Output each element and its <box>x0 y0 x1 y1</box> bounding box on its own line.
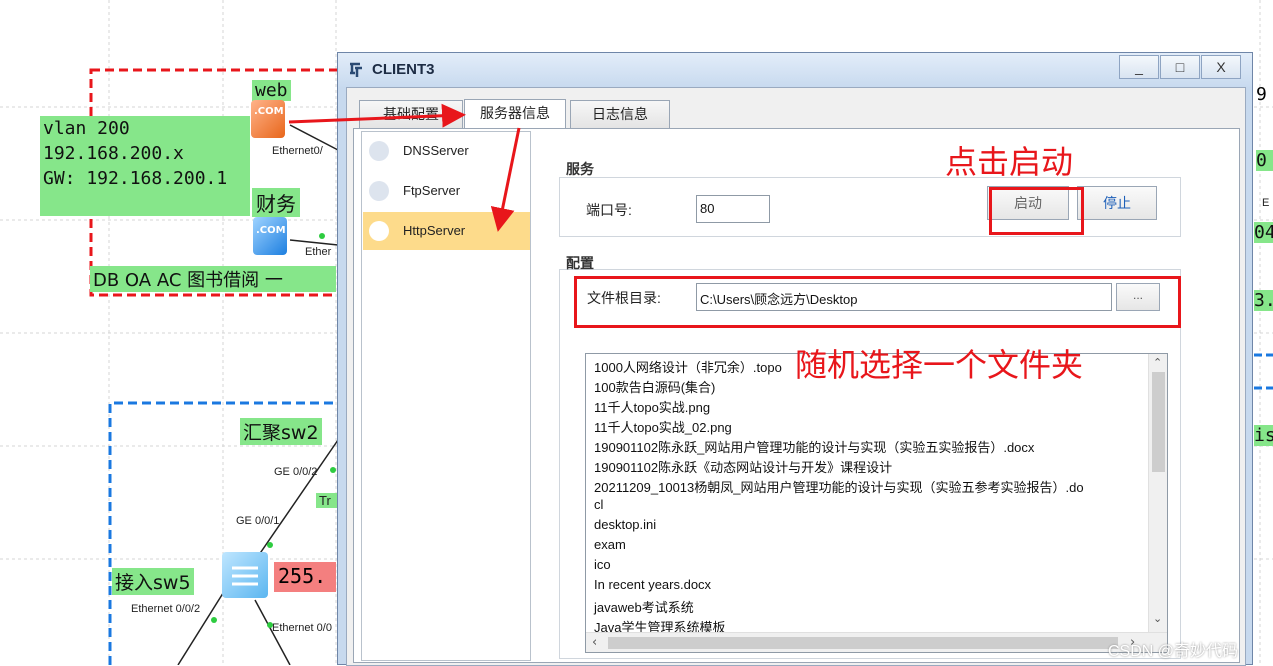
annotation-arrows <box>288 103 521 232</box>
csdn-watermark: CSDN @奇妙代码 <box>1108 643 1239 660</box>
